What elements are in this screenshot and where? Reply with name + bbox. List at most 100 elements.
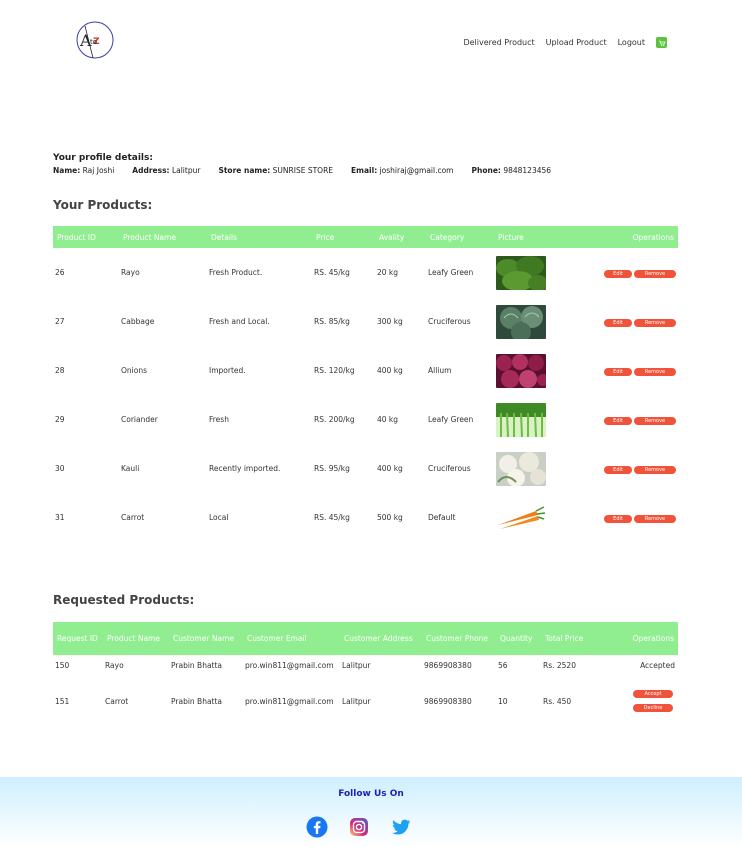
requested-header-row: Request ID Product Name Customer Name Cu… — [53, 622, 678, 655]
nav-delivered-product[interactable]: Delivered Product — [463, 38, 534, 47]
profile-phone: 9848123456 — [503, 166, 552, 175]
cell-picture — [494, 297, 572, 346]
cell-price: RS. 120/kg — [314, 366, 355, 375]
cell-product-id: 30 — [55, 464, 65, 473]
cell-product-name: Rayo — [105, 661, 124, 670]
cell-product-name: Onions — [121, 366, 147, 375]
cell-customer-name: Prabin Bhatta — [171, 696, 223, 706]
edit-button[interactable]: Edit — [604, 465, 632, 474]
cell-details: Local — [209, 513, 229, 522]
edit-button[interactable]: Edit — [604, 367, 632, 376]
cell-request-id: 151 — [55, 696, 70, 706]
cell-category: Default — [428, 513, 456, 522]
cell-product-id: 28 — [55, 366, 65, 375]
table-row: 151 Carrot Prabin Bhatta pro.win811@gmail.c… — [53, 676, 678, 726]
remove-button[interactable]: Remove — [634, 514, 676, 523]
cell-operations: Edit Remove — [572, 493, 678, 542]
col-customer-email: Customer Email — [243, 622, 340, 655]
twitter-icon[interactable] — [390, 816, 412, 838]
cell-customer-email: pro.win811@gmail.com — [245, 661, 334, 670]
col-customer-name: Customer Name — [169, 622, 243, 655]
cell-product-name: Coriander — [121, 415, 158, 424]
facebook-icon[interactable] — [306, 816, 328, 838]
cell-product-id: 27 — [55, 317, 65, 326]
instagram-icon[interactable] — [348, 816, 370, 838]
table-row: 26 Rayo Fresh Product. RS. 45/kg 20 kg Leafy … — [53, 248, 678, 297]
products-table: Product ID Product Name Details Price Av… — [53, 226, 678, 542]
profile-title: Your profile details: — [53, 153, 153, 163]
col-quantity: Quantity — [496, 622, 541, 655]
profile-store: SUNRISE STORE — [272, 166, 334, 175]
remove-button[interactable]: Remove — [634, 269, 676, 278]
col-picture: Picture — [494, 226, 572, 248]
requested-products-title: Requested Products: — [53, 593, 195, 607]
profile-address: Lalitpur — [171, 166, 201, 175]
cell-picture — [494, 444, 572, 493]
cell-total-price: Rs. 2520 — [543, 661, 576, 670]
status-text: Accepted — [640, 661, 675, 670]
atoz-logo[interactable]: A Z to — [75, 20, 115, 60]
table-row: 29 Coriander Fresh RS. 200/kg 40 kg Leafy Gre… — [53, 395, 678, 444]
cell-operations: Edit Remove — [572, 248, 678, 297]
cell-customer-phone: 9869908380 — [424, 696, 472, 706]
nav-logout[interactable]: Logout — [618, 38, 645, 47]
cell-product-name: Cabbage — [121, 317, 155, 326]
profile-email: joshiraj@gmail.com — [379, 166, 454, 175]
social-links — [306, 816, 412, 838]
top-nav: Delivered Product Upload Product Logout — [463, 37, 667, 48]
cell-operations: Edit Remove — [572, 395, 678, 444]
cart-icon[interactable] — [656, 37, 667, 48]
cell-customer-name: Prabin Bhatta — [171, 661, 223, 670]
col-total-price: Total Price — [541, 622, 603, 655]
cell-customer-address: Lalitpur — [342, 661, 371, 670]
product-image — [496, 500, 546, 535]
nav-upload-product[interactable]: Upload Product — [546, 38, 607, 47]
cell-customer-address: Lalitpur — [342, 696, 371, 706]
cell-operations: Edit Remove — [572, 297, 678, 346]
cell-customer-phone: 9869908380 — [424, 661, 472, 670]
cell-details: Fresh — [209, 415, 229, 424]
remove-button[interactable]: Remove — [634, 318, 676, 327]
cell-price: RS. 85/kg — [314, 317, 350, 326]
edit-button[interactable]: Edit — [604, 318, 632, 327]
col-product-id: Product ID — [53, 226, 119, 248]
products-header-row: Product ID Product Name Details Price Av… — [53, 226, 678, 248]
edit-button[interactable]: Edit — [604, 416, 632, 425]
accept-button[interactable]: Accept — [633, 690, 673, 698]
edit-button[interactable]: Edit — [604, 514, 632, 523]
cell-category: Cruciferous — [428, 464, 471, 473]
cell-avality: 20 kg — [377, 268, 399, 277]
cell-price: RS. 45/kg — [314, 268, 350, 277]
cell-picture — [494, 395, 572, 444]
remove-button[interactable]: Remove — [634, 416, 676, 425]
cell-operations: Accept Decline — [603, 676, 678, 726]
cell-avality: 400 kg — [377, 464, 403, 473]
cell-product-id: 31 — [55, 513, 65, 522]
col-request-id: Request ID — [53, 622, 103, 655]
site-footer: Follow Us On — [0, 777, 742, 847]
table-row: 31 Carrot Local RS. 45/kg 500 kg Default Edit R… — [53, 493, 678, 542]
cell-product-name: Rayo — [121, 268, 140, 277]
cell-quantity: 56 — [498, 661, 508, 670]
cell-avality: 400 kg — [377, 366, 403, 375]
cell-total-price: Rs. 450 — [543, 696, 572, 706]
cell-price: RS. 45/kg — [314, 513, 350, 522]
edit-button[interactable]: Edit — [604, 269, 632, 278]
your-products-title: Your Products: — [53, 198, 153, 212]
cell-category: Leafy Green — [428, 268, 474, 277]
product-image — [496, 451, 546, 486]
remove-button[interactable]: Remove — [634, 465, 676, 474]
profile-name: Raj Joshi — [82, 166, 115, 175]
cell-avality: 500 kg — [377, 513, 403, 522]
cell-request-id: 150 — [55, 661, 70, 670]
remove-button[interactable]: Remove — [634, 367, 676, 376]
col-price: Price — [312, 226, 375, 248]
cell-category: Leafy Green — [428, 415, 474, 424]
cell-avality: 40 kg — [377, 415, 399, 424]
cell-details: Fresh and Local. — [209, 317, 270, 326]
decline-button[interactable]: Decline — [633, 704, 673, 712]
cell-picture — [494, 493, 572, 542]
table-row: 30 Kauli Recently imported. RS. 95/kg 400 kg… — [53, 444, 678, 493]
cell-avality: 300 kg — [377, 317, 403, 326]
cell-category: Cruciferous — [428, 317, 471, 326]
